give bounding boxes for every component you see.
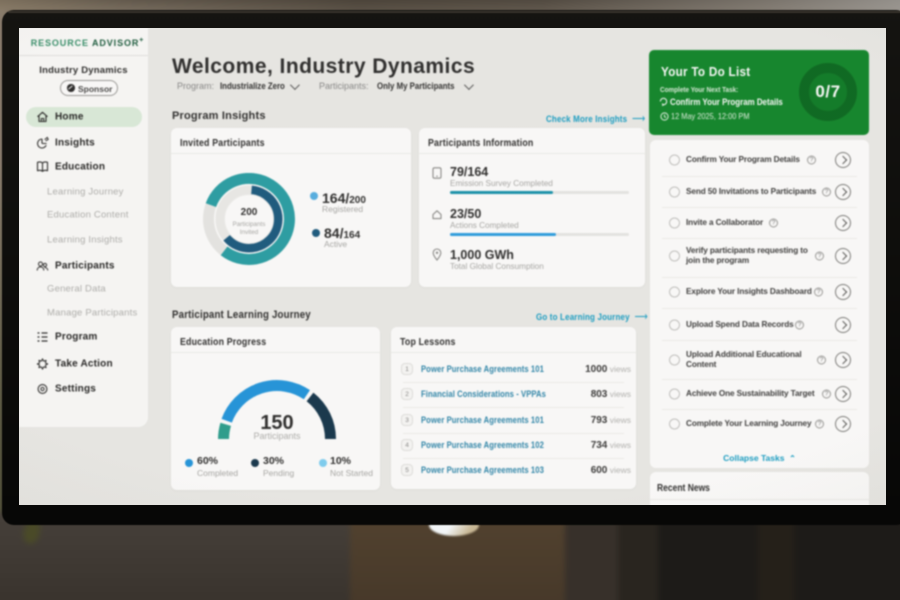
svg-text:200: 200	[241, 207, 258, 218]
svg-text:Participants: Participants	[233, 221, 266, 228]
svg-text:Invited: Invited	[240, 229, 259, 236]
